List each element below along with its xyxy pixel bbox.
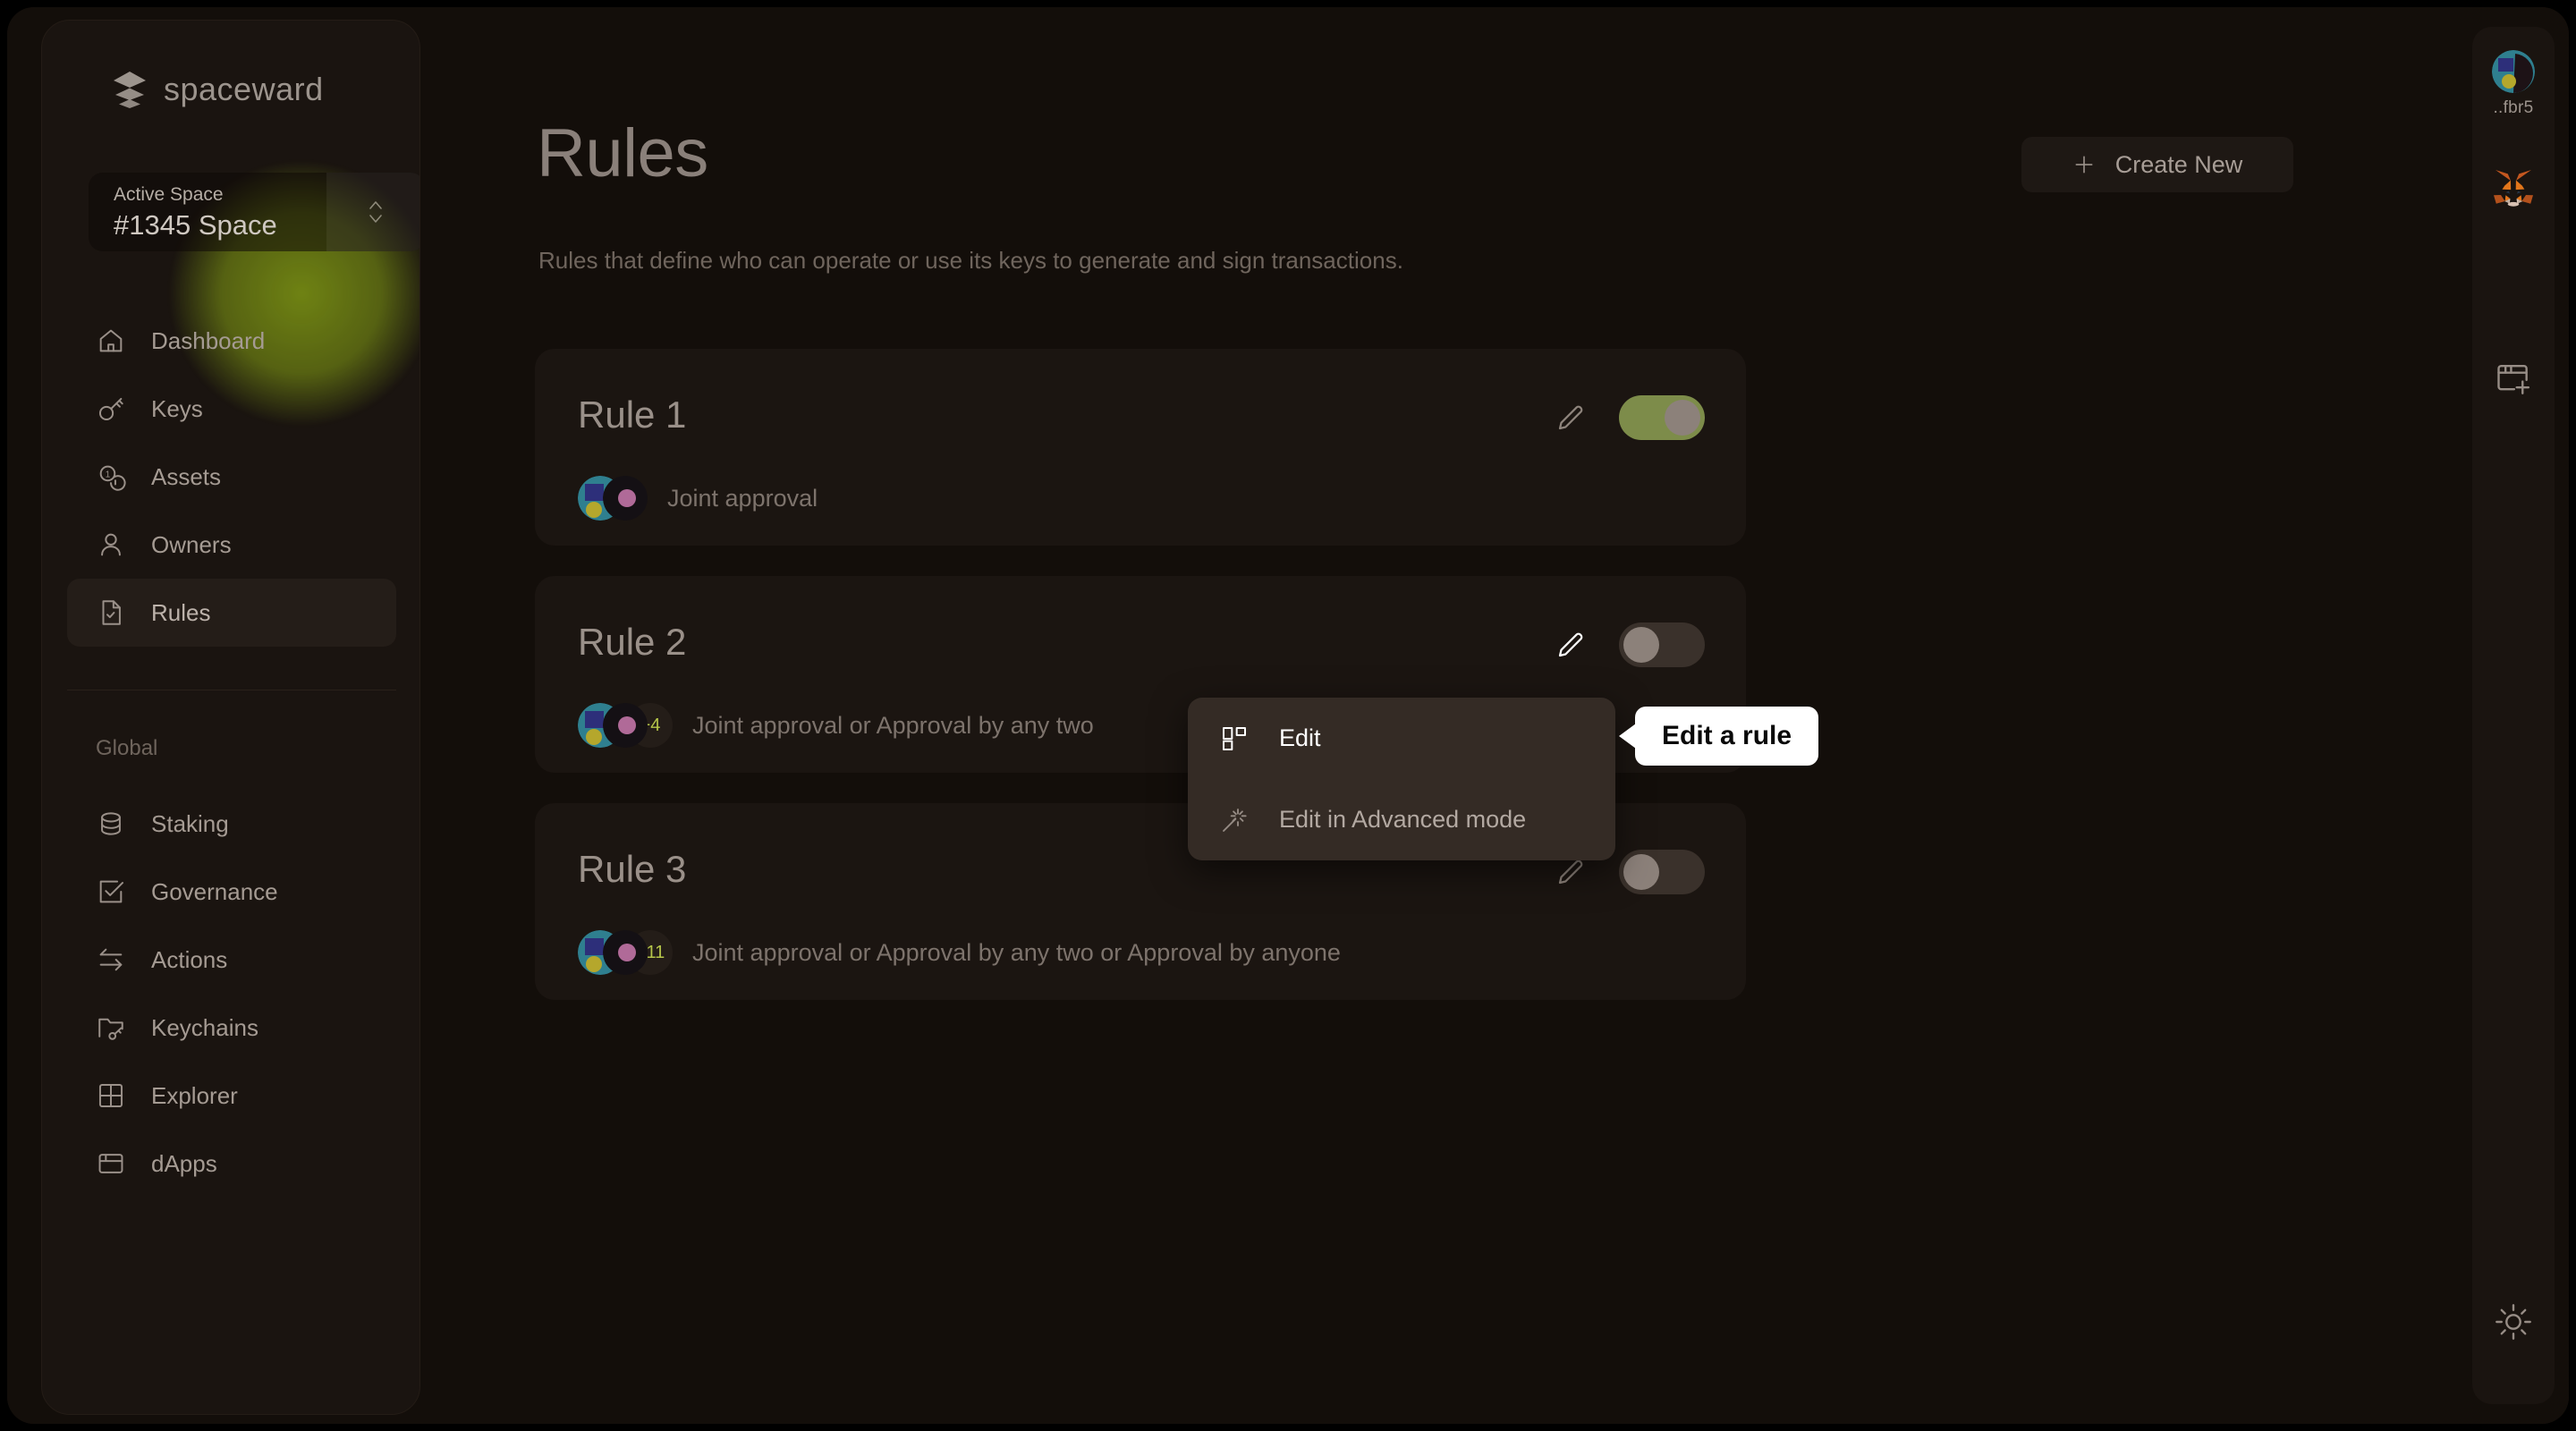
plus-icon [2072,153,2096,176]
active-space-label: Active Space [114,183,224,205]
create-new-button[interactable]: Create New [2021,137,2293,192]
avatar-stack: +11 [578,930,673,975]
sidebar-nav-global: Staking Governance Actions Keychains Exp… [67,790,396,1198]
rule-description: Joint approval [667,484,818,512]
create-new-label: Create New [2114,150,2243,178]
sidebar-item-label: Governance [151,877,278,905]
active-space-text: Active Space #1345 Space [89,182,277,242]
sidebar-item-label: Owners [151,530,232,558]
rule-actions [1555,395,1705,440]
sidebar-item-rules[interactable]: Rules [67,579,396,647]
toggle-knob [1623,627,1659,663]
metamask-fox-icon[interactable] [2493,168,2534,207]
home-icon [96,326,126,356]
sidebar-item-dapps[interactable]: dApps [67,1130,396,1198]
sidebar-item-label: Rules [151,598,211,626]
avatar [603,703,648,748]
avatar-stack [578,476,648,521]
app-root: spaceward Active Space #1345 Space Dashb… [0,0,2576,1431]
document-check-icon [96,597,126,628]
sidebar-item-staking[interactable]: Staking [67,790,396,858]
toggle-knob [1665,400,1700,436]
rules-list: Rule 1 Joint approval Rule 2 +4 Joint ap… [535,349,1746,1030]
sidebar-item-label: Keys [151,394,203,422]
rule-meta: +11 Joint approval or Approval by any tw… [578,930,1341,975]
browser-frame: spaceward Active Space #1345 Space Dashb… [7,7,2569,1424]
menu-item-edit[interactable]: Edit [1188,698,1615,779]
new-window-icon[interactable] [2494,360,2533,399]
browser-window-icon [96,1148,126,1179]
blocks-icon [1220,724,1249,753]
sidebar-global-heading: Global [96,736,158,760]
rule-context-menu: Edit Edit in Advanced mode [1188,698,1615,860]
active-space-value: #1345 Space [114,209,277,241]
rule-description: Joint approval or Approval by any two or… [692,938,1341,966]
sidebar-item-dashboard[interactable]: Dashboard [67,307,396,375]
sidebar-item-keychains[interactable]: Keychains [67,994,396,1062]
rule-enabled-toggle[interactable] [1619,850,1705,894]
active-space-switcher[interactable]: Active Space #1345 Space [89,173,419,251]
svg-text:1: 1 [106,470,111,479]
rule-title: Rule 2 [578,621,687,663]
pencil-icon[interactable] [1555,629,1587,661]
spaceward-chevrons-logo-icon [112,70,148,109]
account-avatar-label: ..fbr5 [2493,98,2534,117]
user-icon [96,529,126,560]
chevron-up-down-icon[interactable] [326,173,419,251]
toggle-knob [1623,854,1659,890]
tooltip-arrow [1619,724,1636,749]
sidebar-item-label: Assets [151,462,222,490]
sidebar-item-keys[interactable]: Keys [67,375,396,443]
sidebar-nav-space: Dashboard Keys 1 Assets Owners Rules [67,307,396,647]
sidebar-item-assets[interactable]: 1 Assets [67,443,396,511]
account-avatar-block[interactable]: ..fbr5 [2492,50,2535,118]
sidebar-item-label: Explorer [151,1081,238,1109]
sidebar-item-governance[interactable]: Governance [67,858,396,926]
account-avatar-icon [2492,50,2535,93]
folder-key-icon [96,1012,126,1043]
grid-icon [96,1080,126,1111]
checkbox-checked-icon [96,876,126,907]
rule-description: Joint approval or Approval by any two [692,711,1094,739]
rule-actions [1555,622,1705,667]
sidebar-item-explorer[interactable]: Explorer [67,1062,396,1130]
rule-meta: Joint approval [578,476,818,521]
brand[interactable]: spaceward [112,70,324,109]
key-icon [96,394,126,424]
tooltip-text: Edit a rule [1662,721,1792,750]
menu-item-label: Edit in Advanced mode [1279,806,1527,833]
sun-icon[interactable] [2494,1302,2533,1342]
coins-icon: 1 [96,461,126,492]
rule-meta: +4 Joint approval or Approval by any two [578,703,1094,748]
rule-enabled-toggle[interactable] [1619,622,1705,667]
sidebar-item-label: Actions [151,945,228,973]
menu-item-edit-advanced[interactable]: Edit in Advanced mode [1188,779,1615,860]
tooltip-callout: Edit a rule [1619,707,1819,766]
page-title: Rules [537,115,708,191]
sidebar-item-label: Keychains [151,1013,258,1041]
brand-name: spaceward [164,71,324,107]
rule-title: Rule 3 [578,848,687,890]
menu-item-label: Edit [1279,724,1321,751]
sidebar-item-label: Dashboard [151,326,266,354]
avatar [603,930,648,975]
sidebar-item-actions[interactable]: Actions [67,926,396,994]
rule-enabled-toggle[interactable] [1619,395,1705,440]
browser-extension-rail: ..fbr5 [2472,27,2555,1404]
magic-wand-icon [1220,806,1249,834]
arrows-exchange-icon [96,944,126,975]
sidebar-item-label: dApps [151,1149,217,1177]
avatar-stack: +4 [578,703,673,748]
database-icon [96,809,126,839]
pencil-icon[interactable] [1555,402,1587,434]
rule-card[interactable]: Rule 1 Joint approval [535,349,1746,546]
pencil-icon[interactable] [1555,856,1587,888]
sidebar: spaceward Active Space #1345 Space Dashb… [41,20,420,1415]
rule-title: Rule 1 [578,394,687,436]
avatar [603,476,648,521]
sidebar-item-label: Staking [151,809,229,837]
page-subtitle: Rules that define who can operate or use… [538,247,1403,274]
sidebar-item-owners[interactable]: Owners [67,511,396,579]
